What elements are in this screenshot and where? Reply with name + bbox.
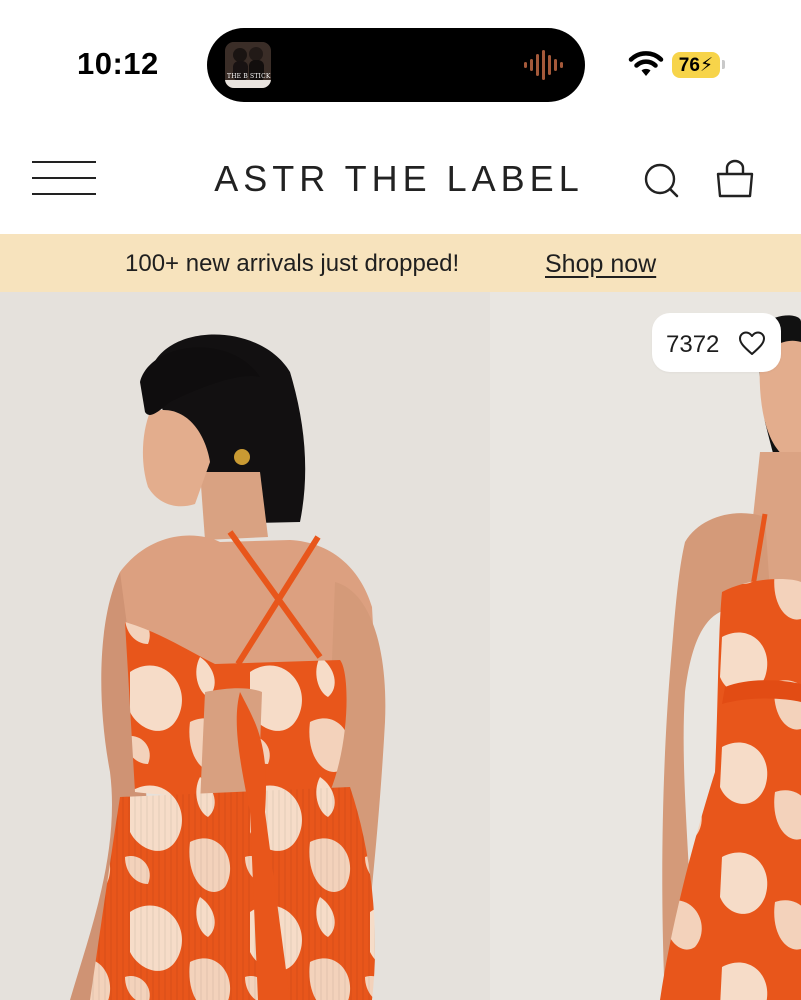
brand-logo[interactable]: ASTR THE LABEL: [200, 158, 598, 200]
product-image-carousel[interactable]: 7372: [0, 292, 801, 1000]
promo-text: 100+ new arrivals just dropped!: [125, 250, 460, 277]
status-time: 10:12: [77, 46, 159, 81]
wishlist-like-button[interactable]: 7372: [652, 313, 781, 372]
hamburger-menu-icon[interactable]: [30, 158, 98, 198]
dynamic-island[interactable]: THE B STICK: [207, 28, 585, 102]
site-header: ASTR THE LABEL: [0, 120, 801, 234]
battery-nub: [722, 60, 725, 69]
audio-waveform-icon: [524, 50, 563, 80]
product-image-front-view[interactable]: [490, 292, 801, 1000]
heart-outline-icon: [739, 331, 765, 355]
model-front-view-illustration: [490, 292, 801, 1000]
promo-banner: 100+ new arrivals just dropped! Shop now: [0, 234, 801, 292]
status-bar: 10:12 THE B STICK 76⚡: [0, 0, 801, 120]
battery-level: 76⚡: [678, 55, 714, 76]
model-back-view-illustration: [0, 292, 490, 1000]
search-icon[interactable]: [642, 160, 682, 200]
product-image-back-view[interactable]: [0, 292, 490, 1000]
shopping-bag-icon[interactable]: [714, 158, 756, 200]
wifi-icon: [628, 51, 664, 76]
battery-indicator: 76⚡: [672, 52, 720, 78]
now-playing-artwork: THE B STICK: [225, 42, 271, 88]
now-playing-art-text: THE B STICK: [227, 73, 271, 80]
shop-now-link[interactable]: Shop now: [545, 250, 656, 279]
like-count: 7372: [666, 331, 720, 358]
